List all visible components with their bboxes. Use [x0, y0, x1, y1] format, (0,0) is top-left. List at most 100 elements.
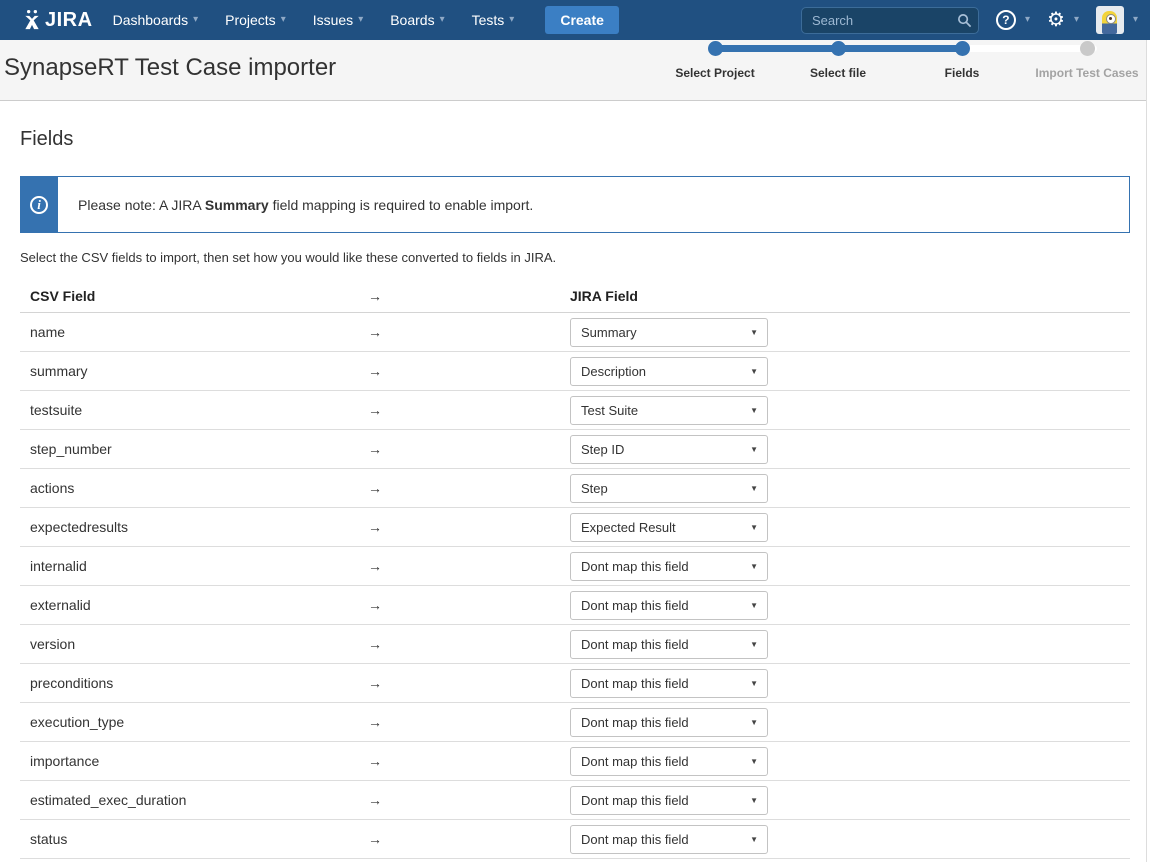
step-tracker: Select Project Select file Fields Import…	[660, 40, 1150, 101]
jira-field-select-value: Dont map this field	[581, 715, 689, 730]
mapping-arrow: →	[350, 792, 400, 808]
table-row: status → Dont map this field ▼	[20, 820, 1130, 859]
jira-field-select[interactable]: Dont map this field ▼	[570, 669, 768, 698]
jira-field-select-value: Dont map this field	[581, 832, 689, 847]
csv-field-label: expectedresults	[20, 519, 350, 535]
info-note-text: Please note: A JIRA Summary field mappin…	[58, 177, 553, 232]
nav-item-dashboards[interactable]: Dashboards▾	[113, 12, 199, 28]
jira-field-cell: Dont map this field ▼	[570, 630, 1130, 659]
csv-field-label: status	[20, 831, 350, 847]
chevron-down-icon: ▼	[750, 328, 758, 337]
jira-field-select[interactable]: Expected Result ▼	[570, 513, 768, 542]
nav-item-label: Dashboards	[113, 12, 189, 28]
csv-field-header: CSV Field	[20, 288, 350, 304]
note-bold: Summary	[205, 197, 269, 213]
jira-logo-text: JIRA	[45, 9, 93, 32]
jira-field-select-value: Expected Result	[581, 520, 676, 535]
chevron-down-icon: ▼	[750, 679, 758, 688]
step-label-import-test-cases: Import Test Cases	[1022, 66, 1150, 80]
jira-field-select[interactable]: Dont map this field ▼	[570, 552, 768, 581]
chevron-down-icon: ▾	[281, 15, 286, 25]
info-icon: i	[30, 196, 48, 214]
chevron-down-icon: ▼	[750, 601, 758, 610]
table-row: externalid → Dont map this field ▼	[20, 586, 1130, 625]
table-row: internalid → Dont map this field ▼	[20, 547, 1130, 586]
search-icon	[957, 13, 972, 28]
search-box	[801, 7, 979, 34]
jira-field-cell: Dont map this field ▼	[570, 747, 1130, 776]
step-label-select-project: Select Project	[650, 66, 780, 80]
jira-field-cell: Summary ▼	[570, 318, 1130, 347]
nav-item-boards[interactable]: Boards▾	[390, 12, 444, 28]
csv-field-label: step_number	[20, 441, 350, 457]
mapping-arrow: →	[350, 441, 400, 457]
help-icon: ?	[996, 10, 1016, 30]
chevron-down-icon: ▼	[750, 835, 758, 844]
jira-field-select[interactable]: Dont map this field ▼	[570, 825, 768, 854]
jira-field-select[interactable]: Step ▼	[570, 474, 768, 503]
user-menu[interactable]: ▾	[1096, 6, 1138, 34]
jira-field-select[interactable]: Dont map this field ▼	[570, 630, 768, 659]
table-row: preconditions → Dont map this field ▼	[20, 664, 1130, 703]
instructions-text: Select the CSV fields to import, then se…	[20, 250, 1130, 265]
chevron-down-icon: ▼	[750, 523, 758, 532]
info-note: i Please note: A JIRA Summary field mapp…	[20, 176, 1130, 233]
avatar	[1096, 6, 1124, 34]
navbar-right: ? ▾ ⚙ ▾ ▾	[801, 6, 1138, 34]
jira-logo-icon	[22, 9, 42, 31]
jira-field-header: JIRA Field	[570, 288, 1130, 304]
gear-icon: ⚙	[1047, 10, 1065, 30]
chevron-down-icon: ▼	[750, 445, 758, 454]
chevron-down-icon: ▼	[750, 367, 758, 376]
jira-field-cell: Description ▼	[570, 357, 1130, 386]
jira-field-select[interactable]: Dont map this field ▼	[570, 747, 768, 776]
jira-field-select[interactable]: Test Suite ▼	[570, 396, 768, 425]
table-row: importance → Dont map this field ▼	[20, 742, 1130, 781]
nav-item-label: Boards	[390, 12, 434, 28]
jira-field-select-value: Step ID	[581, 442, 624, 457]
admin-menu[interactable]: ⚙ ▾	[1047, 10, 1079, 30]
jira-field-select[interactable]: Dont map this field ▼	[570, 591, 768, 620]
jira-field-select[interactable]: Step ID ▼	[570, 435, 768, 464]
search-input[interactable]	[801, 7, 979, 34]
mapping-arrow: →	[350, 363, 400, 379]
chevron-down-icon: ▾	[358, 15, 363, 25]
nav-item-tests[interactable]: Tests▾	[472, 12, 515, 28]
csv-field-label: actions	[20, 480, 350, 496]
jira-field-select-value: Dont map this field	[581, 559, 689, 574]
jira-field-select-value: Dont map this field	[581, 754, 689, 769]
jira-logo[interactable]: JIRA	[22, 9, 93, 32]
mapping-arrow: →	[350, 480, 400, 496]
main-content: Fields i Please note: A JIRA Summary fie…	[0, 128, 1150, 862]
arrow-header: →	[350, 288, 400, 304]
step-track-upcoming	[962, 45, 1097, 52]
jira-field-select-value: Summary	[581, 325, 637, 340]
mapping-arrow: →	[350, 324, 400, 340]
table-row: version → Dont map this field ▼	[20, 625, 1130, 664]
table-row: testsuite → Test Suite ▼	[20, 391, 1130, 430]
nav-item-issues[interactable]: Issues▾	[313, 12, 364, 28]
jira-field-select[interactable]: Dont map this field ▼	[570, 708, 768, 737]
step-label-fields: Fields	[897, 66, 1027, 80]
csv-field-label: externalid	[20, 597, 350, 613]
table-row: step_number → Step ID ▼	[20, 430, 1130, 469]
jira-field-select[interactable]: Dont map this field ▼	[570, 786, 768, 815]
avatar-image	[1102, 11, 1117, 34]
top-navbar: JIRA Dashboards▾ Projects▾ Issues▾ Board…	[0, 0, 1150, 40]
jira-field-cell: Dont map this field ▼	[570, 669, 1130, 698]
jira-field-select[interactable]: Summary ▼	[570, 318, 768, 347]
csv-field-label: preconditions	[20, 675, 350, 691]
scrollbar[interactable]	[1146, 40, 1150, 862]
jira-field-cell: Dont map this field ▼	[570, 708, 1130, 737]
csv-field-label: version	[20, 636, 350, 652]
csv-field-label: summary	[20, 363, 350, 379]
jira-field-select[interactable]: Description ▼	[570, 357, 768, 386]
chevron-down-icon: ▼	[750, 406, 758, 415]
create-button[interactable]: Create	[545, 6, 619, 34]
jira-field-cell: Dont map this field ▼	[570, 825, 1130, 854]
table-row: expectedresults → Expected Result ▼	[20, 508, 1130, 547]
help-menu[interactable]: ? ▾	[996, 10, 1030, 30]
mapping-arrow: →	[350, 597, 400, 613]
nav-item-projects[interactable]: Projects▾	[225, 12, 286, 28]
csv-field-label: execution_type	[20, 714, 350, 730]
